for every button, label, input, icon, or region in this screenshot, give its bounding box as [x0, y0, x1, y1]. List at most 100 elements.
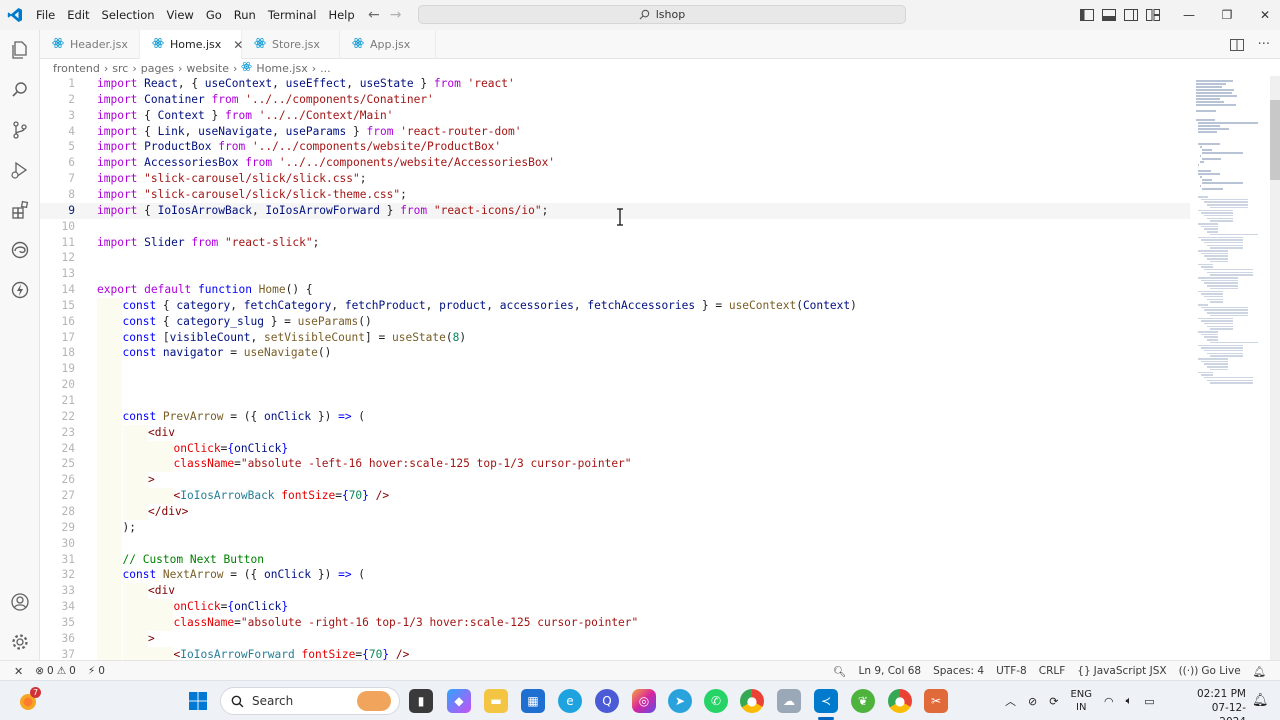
file-explorer-icon[interactable]: ▬ [484, 689, 508, 713]
code-line[interactable]: 31 // Custom Next Button [40, 551, 1190, 568]
code-line[interactable]: 13 [40, 266, 1190, 282]
tab-header-jsx[interactable]: Header.jsx [40, 30, 140, 59]
snipping-tool-icon[interactable]: ✂ [924, 689, 948, 713]
wifi-icon[interactable]: ◠ [1104, 695, 1114, 708]
app-icon[interactable]: Q [595, 689, 619, 713]
toggle-panel-icon[interactable] [1102, 9, 1116, 21]
code-line[interactable]: 22 const PrevArrow = ({ onClick }) => ( [40, 408, 1190, 425]
encoding[interactable]: UTF-8 [990, 661, 1033, 681]
command-center-search[interactable]: lshop [418, 5, 906, 24]
code-line[interactable]: 34 onClick={onClick} [40, 599, 1190, 616]
restore-icon[interactable]: ❐ [1208, 0, 1246, 30]
menu-run[interactable]: Run [228, 0, 262, 30]
instagram-icon[interactable]: ◎ [632, 689, 656, 713]
code-line[interactable]: 18 const navigator = useNavigate() [40, 345, 1190, 362]
show-hidden-icons-chevron-icon[interactable]: ︿ [1005, 693, 1016, 709]
code-line[interactable]: 27 <IoIosArrowBack fontSize={70} /> [40, 488, 1190, 505]
problems-indicator[interactable]: ⊗ 0 ⚠ 0 [29, 661, 82, 681]
code-line[interactable]: 1 import React, { useContext, useEffect, … [40, 76, 1190, 92]
forward-arrow-icon[interactable]: → [390, 7, 402, 23]
menu-selection[interactable]: Selection [96, 0, 161, 30]
code-line[interactable]: 17 const [visibleCount, setVisibleCount] … [40, 329, 1190, 346]
breadcrumb-item[interactable]: ... [320, 62, 331, 75]
network-off-icon[interactable]: ⊘ [1028, 695, 1037, 708]
volume-icon[interactable]: 🔈︎ [1126, 694, 1133, 708]
run-debug-icon[interactable] [8, 158, 32, 182]
code-line[interactable]: 36 > [40, 630, 1190, 647]
code-line[interactable]: 24 onClick={onClick} [40, 440, 1190, 457]
telegram-icon[interactable]: ➤ [668, 689, 692, 713]
accounts-icon[interactable] [8, 590, 32, 614]
split-editor-icon[interactable] [1229, 38, 1244, 51]
chrome-profile-icon[interactable]: ● [888, 689, 912, 713]
code-line[interactable]: 7 import "slick-carousel/slick/slick.css"… [40, 171, 1190, 187]
close-window-icon[interactable]: ✕ [1246, 0, 1280, 30]
toggle-secondary-sidebar-icon[interactable] [1124, 9, 1138, 21]
more-actions-icon[interactable]: ··· [1258, 37, 1270, 52]
microsoft-store-icon[interactable]: ▦ [521, 689, 545, 713]
code-line[interactable]: 25 className="absolute -left-16 hover:sca… [40, 456, 1190, 473]
breadcrumb-item[interactable]: website [186, 62, 229, 75]
go-live-button[interactable]: ((·)) Go Live [1173, 661, 1247, 681]
code-line[interactable]: 12 [40, 250, 1190, 266]
code-line[interactable]: 32 const NextArrow = ({ onClick }) => ( [40, 567, 1190, 584]
code-line[interactable]: 5 import ProductBox from '../../component… [40, 139, 1190, 155]
edge-browser-icon[interactable]: e [558, 689, 582, 713]
tab-app-jsx[interactable]: App.jsx [340, 30, 436, 59]
edge-devtools-icon[interactable] [8, 238, 32, 262]
chrome-icon[interactable]: ● [740, 689, 764, 713]
code-editor[interactable]: 1 import React, { useContext, useEffect, … [40, 76, 1190, 660]
code-line[interactable]: 8 import "slick-carousel/slick/slick-them… [40, 187, 1190, 203]
customize-layout-icon[interactable] [1146, 9, 1160, 21]
tab-home-jsx[interactable]: Home.jsx ✕ [140, 30, 243, 59]
taskbar-search[interactable]: Search [220, 687, 400, 715]
vscode-taskbar-icon[interactable]: ≺ [814, 689, 838, 713]
code-line[interactable]: 9 import { IoIosArrowBack, IoIosArrowForw… [40, 202, 1190, 219]
end-of-line[interactable]: CRLF [1033, 661, 1072, 681]
notification-center-icon[interactable]: 🔔︎ [1252, 693, 1269, 708]
ports-indicator[interactable]: ⚡ 0 [82, 661, 111, 681]
explorer-icon[interactable] [8, 38, 32, 62]
code-line[interactable]: 33 <div [40, 583, 1190, 600]
thunder-client-icon[interactable] [8, 278, 32, 302]
code-line[interactable]: 21 [40, 393, 1190, 409]
minimize-icon[interactable]: — [1170, 0, 1208, 30]
breadcrumb-item[interactable]: src [112, 62, 128, 75]
code-line[interactable]: 23 <div [40, 424, 1190, 441]
cloud-app-icon[interactable]: ☁ [777, 689, 801, 713]
code-line[interactable]: 10 [40, 219, 1190, 235]
breadcrumb-item[interactable]: Home.jsx [256, 62, 307, 75]
menu-help[interactable]: Help [322, 0, 360, 30]
back-arrow-icon[interactable]: ← [368, 7, 380, 23]
code-line[interactable]: 15 const { category, fetchCategory, fetch… [40, 297, 1190, 314]
code-line[interactable]: 6 import AccessoriesBox from '../../compo… [40, 155, 1190, 171]
indentation[interactable]: Spaces: 4 [927, 661, 990, 681]
breadcrumb-item[interactable]: frontend [53, 62, 100, 75]
zoom-indicator[interactable]: 🔍︎ [827, 661, 852, 681]
code-line[interactable]: 19 [40, 361, 1190, 378]
code-line[interactable]: 26 > [40, 472, 1190, 489]
extensions-icon[interactable] [8, 198, 32, 222]
code-line[interactable]: 2 import Conatiner from '../../components… [40, 92, 1190, 108]
code-line[interactable]: 20 [40, 377, 1190, 394]
code-line[interactable]: 28 </div> [40, 503, 1190, 520]
code-line[interactable]: 16 const { category_slug } = useParams() [40, 313, 1190, 330]
code-line[interactable]: 3 import { Context } from '../../Context/… [40, 108, 1190, 124]
code-line[interactable]: 11 import Slider from "react-slick"; [40, 235, 1190, 251]
clock[interactable]: 02:21 PM 07-12-2024 [1196, 687, 1246, 720]
copilot-icon[interactable]: ◆ [447, 689, 471, 713]
input-language[interactable]: ENG IN [1070, 688, 1092, 714]
scrollbar-thumb[interactable] [1270, 100, 1280, 180]
minimap[interactable] [1190, 76, 1270, 660]
cursor-position[interactable]: Ln 9, Col 68 [853, 661, 928, 681]
remote-indicator[interactable]: ✕ [8, 661, 29, 681]
tab-store-jsx[interactable]: Store.jsx [242, 30, 340, 59]
windows-start-icon[interactable] [186, 689, 210, 713]
code-line[interactable]: 14 export default function Home() { [40, 282, 1190, 298]
search-icon[interactable] [8, 78, 32, 102]
code-line[interactable]: 30 [40, 535, 1190, 552]
toggle-primary-sidebar-icon[interactable] [1080, 9, 1094, 21]
code-line[interactable]: 4 import { Link, useNavigate, useParams }… [40, 124, 1190, 140]
whatsapp-icon[interactable]: ✆ [704, 689, 728, 713]
mongodb-icon[interactable]: ❦ [851, 689, 875, 713]
